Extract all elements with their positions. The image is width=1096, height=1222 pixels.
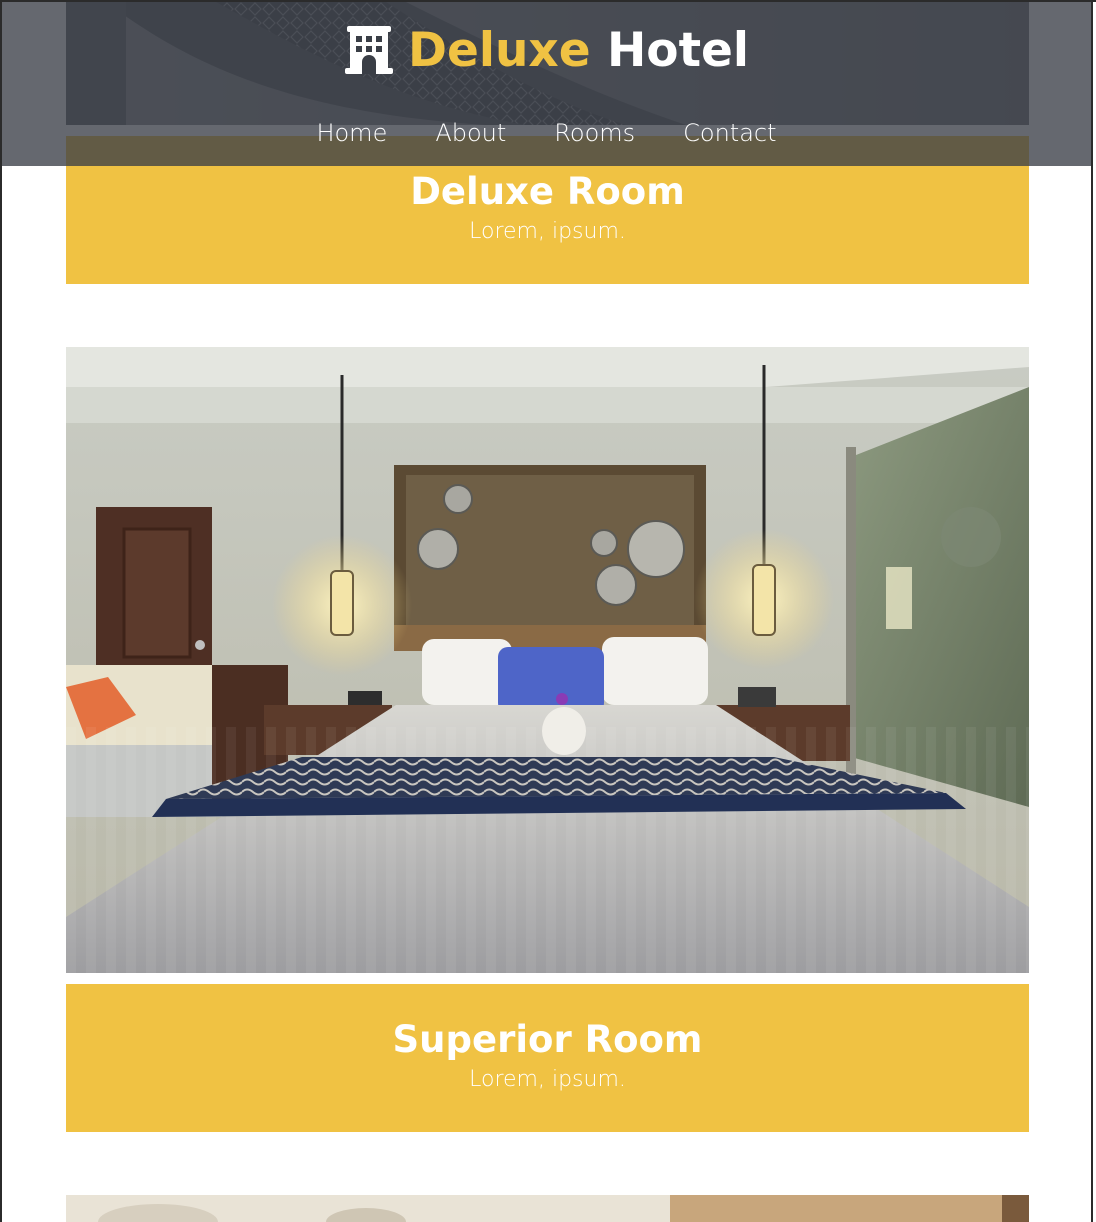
nav-rooms[interactable]: Rooms — [530, 112, 659, 154]
room-banner-superior: Superior Room Lorem, ipsum. — [66, 984, 1029, 1132]
window-border-top — [0, 0, 1096, 2]
room-photo-superior[interactable] — [66, 1195, 1029, 1222]
nav-contact[interactable]: Contact — [659, 112, 800, 154]
window-border-right — [1091, 0, 1093, 1222]
room-subtitle: Lorem, ipsum. — [469, 1067, 626, 1092]
site-header: Deluxe Hotel Home About Rooms Contact — [2, 2, 1091, 166]
nav-about[interactable]: About — [411, 112, 530, 154]
brand-name-accent: Deluxe — [407, 22, 591, 78]
brand-logo[interactable]: Deluxe Hotel — [2, 18, 1091, 82]
brand-name: Deluxe Hotel — [408, 23, 749, 78]
brand-name-rest: Hotel — [606, 22, 750, 78]
room-subtitle: Lorem, ipsum. — [469, 219, 626, 244]
nav-home[interactable]: Home — [292, 112, 411, 154]
main-nav: Home About Rooms Contact — [2, 112, 1091, 154]
window-border-left — [0, 0, 2, 1222]
building-icon — [344, 26, 393, 74]
room-photo-deluxe[interactable] — [66, 347, 1029, 973]
room-title: Superior Room — [392, 1018, 703, 1061]
